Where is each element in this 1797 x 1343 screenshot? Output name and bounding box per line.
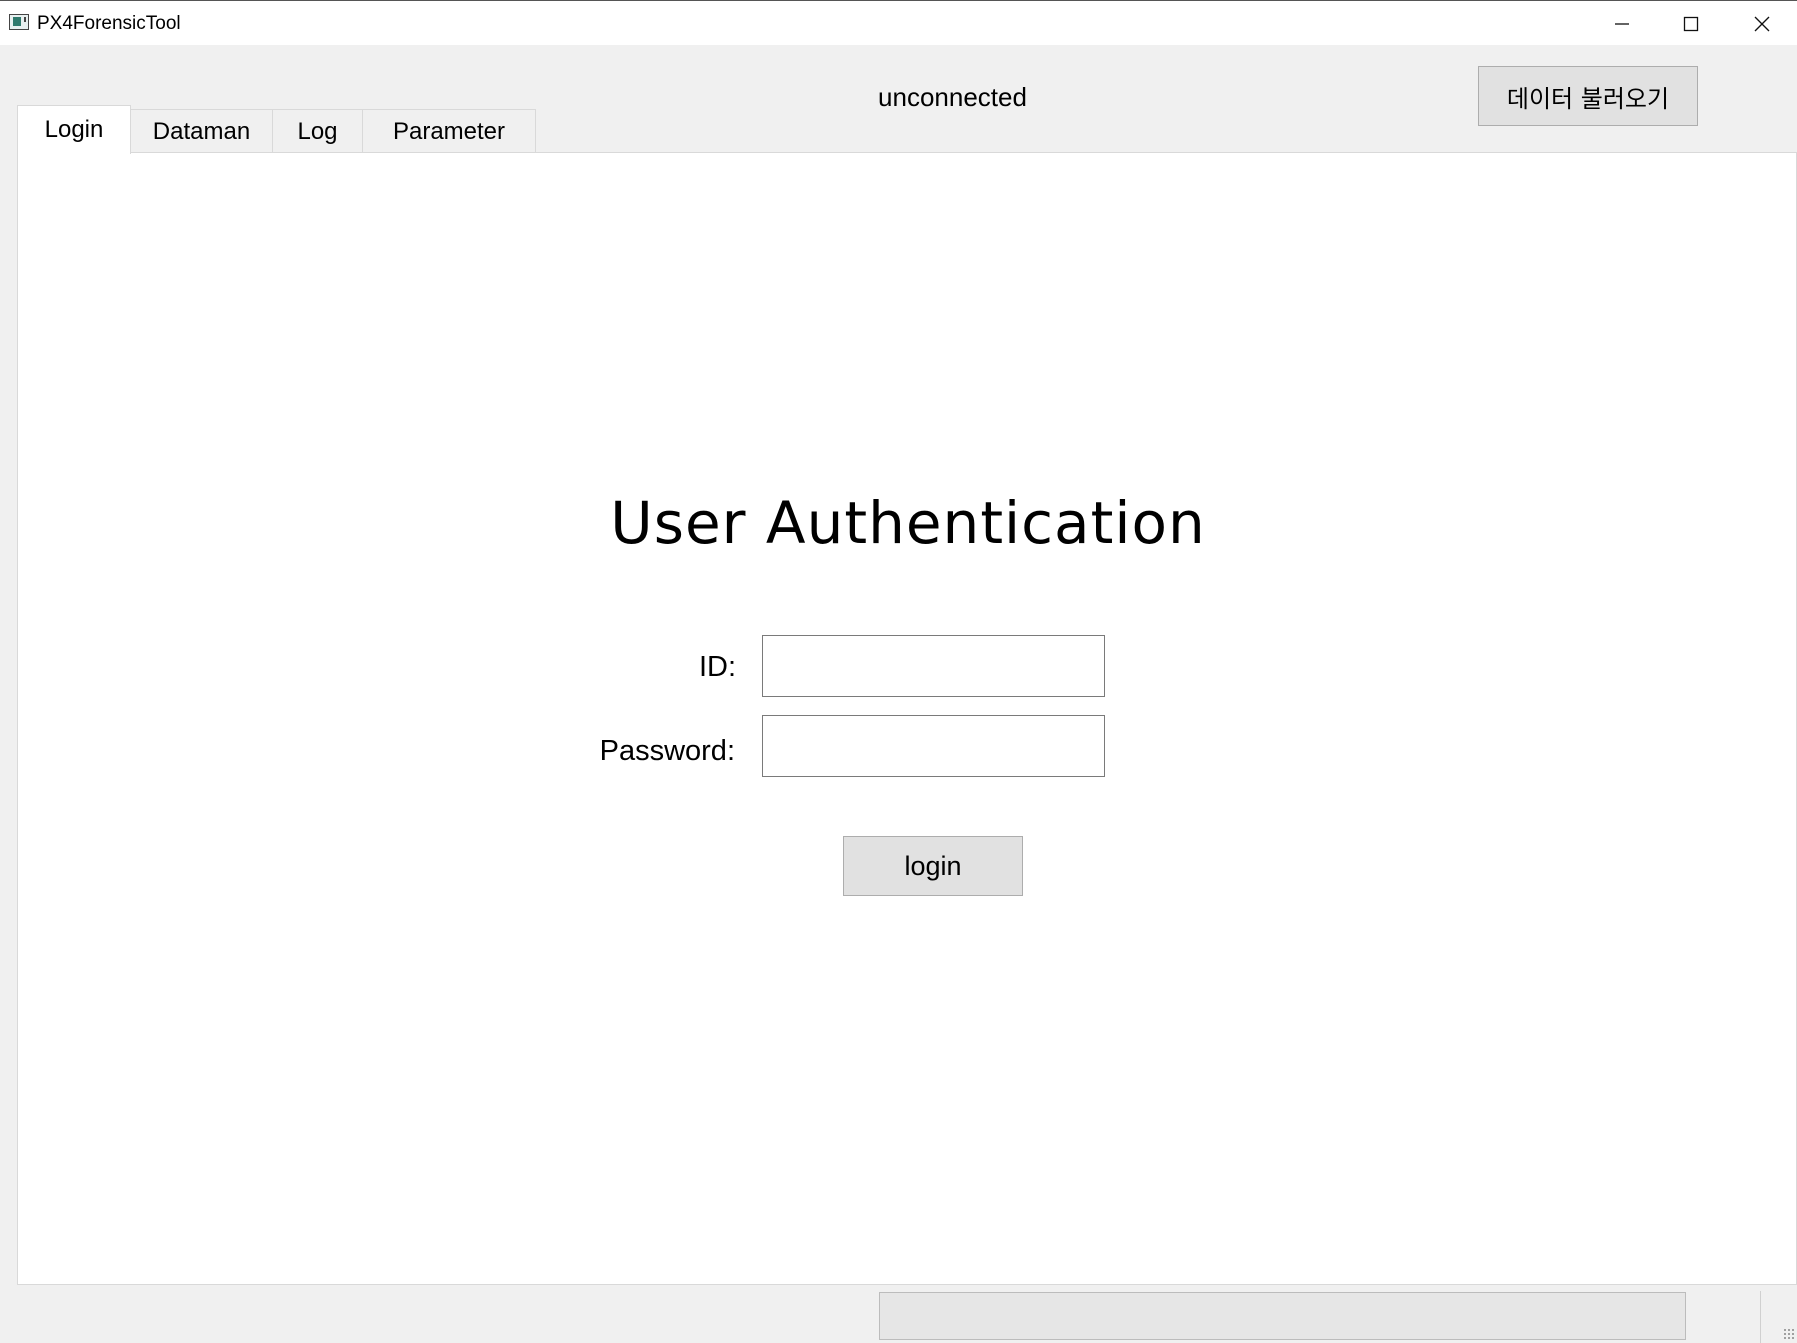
title-bar: PX4ForensicTool	[0, 0, 1797, 45]
page-title: User Authentication	[610, 489, 1206, 557]
tab-login[interactable]: Login	[17, 105, 131, 154]
login-tab-panel: User Authentication ID: Password: login	[17, 152, 1797, 1285]
maximize-button[interactable]	[1656, 1, 1726, 46]
login-button[interactable]: login	[843, 836, 1023, 896]
app-window: PX4ForensicTool unconnected 데이터 불러오기 Log…	[0, 0, 1797, 1343]
resize-grip-icon[interactable]	[1783, 1328, 1795, 1340]
connection-status: unconnected	[878, 82, 1027, 112]
id-field[interactable]	[762, 635, 1105, 697]
status-divider	[1760, 1291, 1761, 1343]
minimize-icon	[1615, 22, 1629, 25]
id-label: ID:	[698, 651, 736, 683]
load-data-button[interactable]: 데이터 불러오기	[1478, 66, 1698, 126]
progress-bar	[879, 1292, 1686, 1340]
tab-dataman[interactable]: Dataman	[130, 109, 273, 153]
minimize-button[interactable]	[1587, 1, 1657, 46]
tab-parameter[interactable]: Parameter	[362, 109, 536, 153]
tab-log[interactable]: Log	[272, 109, 363, 153]
password-label: Password:	[599, 735, 735, 767]
close-button[interactable]	[1727, 1, 1797, 46]
password-field[interactable]	[762, 715, 1105, 777]
window-title: PX4ForensicTool	[37, 13, 181, 34]
app-window-icon	[9, 14, 29, 30]
maximize-icon	[1683, 16, 1699, 31]
close-icon	[1754, 16, 1770, 31]
